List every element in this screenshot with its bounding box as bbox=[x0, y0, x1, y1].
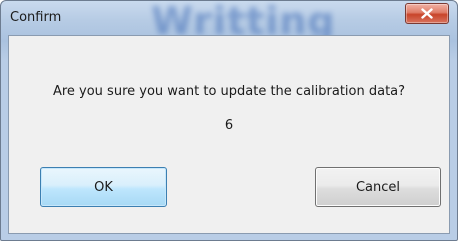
ok-button[interactable]: OK bbox=[40, 167, 167, 207]
cancel-button[interactable]: Cancel bbox=[315, 167, 441, 207]
confirm-message: Are you sure you want to update the cali… bbox=[52, 84, 406, 99]
confirm-dialog-window: Writting Confirm Are you sure you want t… bbox=[0, 0, 458, 241]
close-icon bbox=[421, 4, 433, 23]
dialog-body: Are you sure you want to update the cali… bbox=[8, 35, 450, 234]
window-title: Confirm bbox=[10, 10, 62, 25]
calibration-value: 6 bbox=[224, 118, 234, 133]
ok-button-label: OK bbox=[94, 179, 113, 195]
title-bar[interactable]: Writting Confirm bbox=[1, 1, 457, 43]
close-button[interactable] bbox=[405, 3, 449, 24]
cancel-button-label: Cancel bbox=[355, 179, 401, 195]
